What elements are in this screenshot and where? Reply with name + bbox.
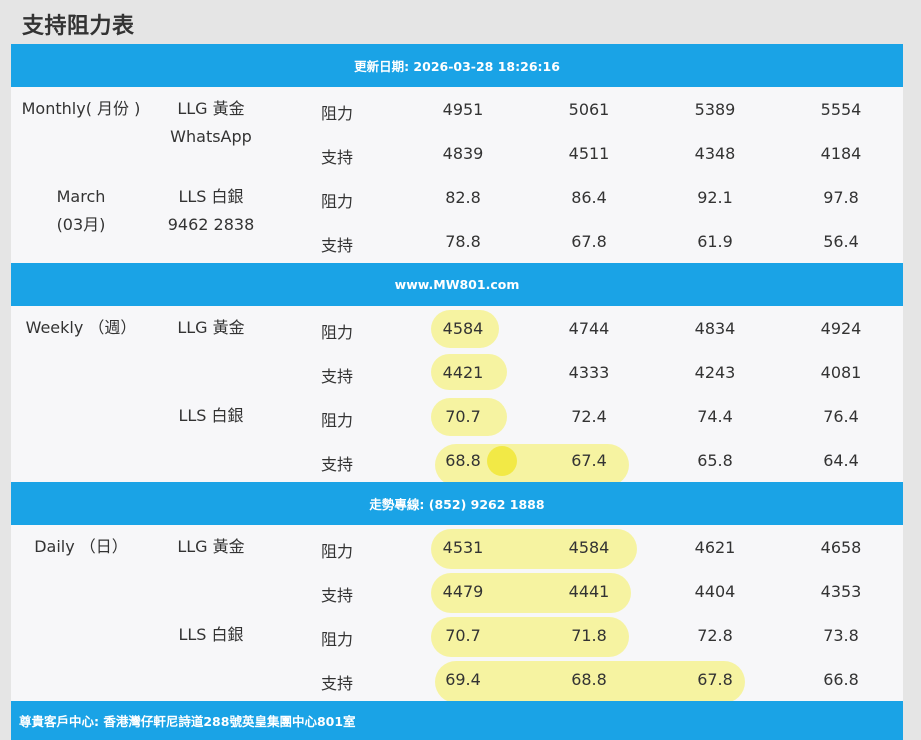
daily-silver-support-label: 支持	[321, 674, 354, 693]
value-cell: 5554	[820, 100, 862, 119]
value-cell: 82.8	[445, 188, 481, 207]
value-cell: 73.8	[823, 626, 859, 645]
weekly-section: Weekly （週） LLG 黃金 LLS 白銀 阻力 支持 阻力 支持 458…	[11, 306, 903, 486]
value-cell: 4348	[694, 144, 736, 163]
value-cell: 78.8	[445, 232, 481, 251]
value-cell: 4353	[820, 582, 862, 601]
value-cell: 4584	[442, 319, 484, 338]
value-cell: 4744	[568, 319, 610, 338]
monthly-gold-label: LLG 黃金	[177, 99, 245, 118]
value-cell: 4333	[568, 363, 610, 382]
support-resistance-table: 更新日期: 2026-03-28 18:26:16 Monthly( 月份 ) …	[11, 44, 903, 740]
daily-gold-resistance-label: 阻力	[321, 542, 354, 561]
value-cell: 5061	[568, 100, 610, 119]
value-cell: 70.7	[445, 407, 481, 426]
page-title: 支持阻力表	[22, 14, 135, 39]
value-cell: 97.8	[823, 188, 859, 207]
update-date-band: 更新日期: 2026-03-28 18:26:16	[11, 44, 903, 87]
monthly-month-number: (03月)	[56, 215, 106, 234]
value-cell: 67.8	[571, 232, 607, 251]
daily-silver-resistance-label: 阻力	[321, 630, 354, 649]
monthly-gold-resistance-label: 阻力	[321, 104, 354, 123]
value-cell: 4621	[694, 538, 736, 557]
value-cell: 4924	[820, 319, 862, 338]
value-cell: 4658	[820, 538, 862, 557]
daily-silver-label: LLS 白銀	[178, 625, 244, 644]
website-band: www.MW801.com	[11, 263, 903, 306]
monthly-silver-support-label: 支持	[321, 236, 354, 255]
value-cell: 4511	[568, 144, 610, 163]
weekly-silver-label: LLS 白銀	[178, 406, 244, 425]
weekly-silver-resistance-label: 阻力	[321, 411, 354, 430]
value-cell: 67.4	[571, 451, 607, 470]
value-cell: 56.4	[823, 232, 859, 251]
value-cell: 4243	[694, 363, 736, 382]
value-cell: 67.8	[697, 670, 733, 689]
value-cell: 4421	[442, 363, 484, 382]
value-cell: 4584	[568, 538, 610, 557]
value-cell: 4441	[568, 582, 610, 601]
value-cell: 4839	[442, 144, 484, 163]
daily-gold-label: LLG 黃金	[177, 537, 245, 556]
value-cell: 4951	[442, 100, 484, 119]
value-cell: 68.8	[571, 670, 607, 689]
monthly-section: Monthly( 月份 ) March (03月) LLG 黃金 WhatsAp…	[11, 87, 903, 263]
value-cell: 64.4	[823, 451, 859, 470]
weekly-gold-resistance-label: 阻力	[321, 323, 354, 342]
monthly-silver-label: LLS 白銀	[178, 187, 244, 206]
hotline-band: 走勢專線: (852) 9262 1888	[11, 482, 903, 525]
daily-gold-support-label: 支持	[321, 586, 354, 605]
value-cell: 68.8	[445, 451, 481, 470]
whatsapp-label: WhatsApp	[170, 127, 252, 146]
weekly-gold-label: LLG 黃金	[177, 318, 245, 337]
value-cell: 72.8	[697, 626, 733, 645]
address-band: 尊貴客戶中心: 香港灣仔軒尼詩道288號英皇集團中心801室	[11, 701, 903, 740]
daily-period-label: Daily （日）	[34, 537, 128, 556]
value-cell: 76.4	[823, 407, 859, 426]
value-cell: 86.4	[571, 188, 607, 207]
value-cell: 5389	[694, 100, 736, 119]
whatsapp-number: 9462 2838	[167, 215, 255, 234]
value-cell: 61.9	[697, 232, 733, 251]
value-cell: 74.4	[697, 407, 733, 426]
value-cell: 4834	[694, 319, 736, 338]
value-cell: 65.8	[697, 451, 733, 470]
value-cell: 4404	[694, 582, 736, 601]
weekly-gold-support-label: 支持	[321, 367, 354, 386]
value-cell: 4184	[820, 144, 862, 163]
value-cell: 4531	[442, 538, 484, 557]
value-cell: 70.7	[445, 626, 481, 645]
monthly-silver-resistance-label: 阻力	[321, 192, 354, 211]
value-cell: 72.4	[571, 407, 607, 426]
value-cell: 92.1	[697, 188, 733, 207]
weekly-period-label: Weekly （週）	[25, 318, 137, 337]
value-cell: 69.4	[445, 670, 481, 689]
daily-section: Daily （日） LLG 黃金 LLS 白銀 阻力 支持 阻力 支持 4531…	[11, 525, 903, 703]
value-cell: 71.8	[571, 626, 607, 645]
monthly-period-label: Monthly( 月份 )	[21, 99, 141, 118]
weekly-silver-support-label: 支持	[321, 455, 354, 474]
value-cell: 66.8	[823, 670, 859, 689]
value-cell: 4479	[442, 582, 484, 601]
value-cell: 4081	[820, 363, 862, 382]
monthly-gold-support-label: 支持	[321, 148, 354, 167]
monthly-month-label: March	[56, 187, 106, 206]
